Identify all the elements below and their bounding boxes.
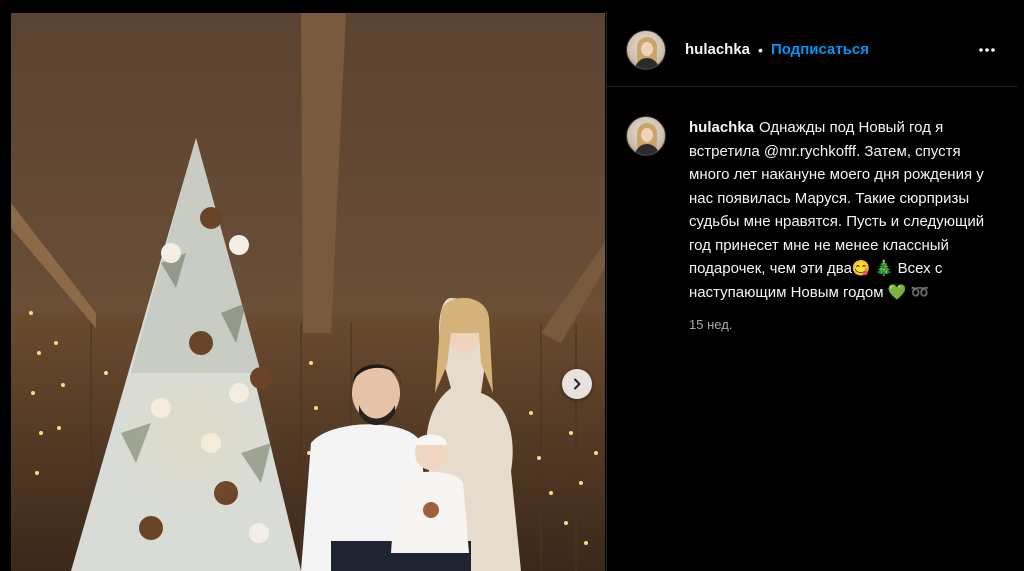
emoji-tree: 🎄 bbox=[874, 260, 894, 277]
follow-button[interactable]: Подписаться bbox=[771, 41, 869, 58]
caption-username[interactable]: hulachka bbox=[689, 119, 754, 136]
post-side-panel: hulachka • Подписаться hulachka Однажды п… bbox=[606, 13, 1017, 571]
post-timestamp[interactable]: 15 нед. bbox=[689, 317, 999, 332]
separator-dot: • bbox=[758, 41, 763, 58]
post-photo[interactable] bbox=[11, 13, 605, 571]
post-modal: hulachka • Подписаться hulachka Однажды п… bbox=[11, 13, 1017, 571]
caption-avatar[interactable] bbox=[626, 116, 666, 156]
emoji-yum: 😋 bbox=[851, 260, 871, 277]
header-username[interactable]: hulachka bbox=[685, 41, 750, 58]
caption-body: hulachka Однажды под Новый год я встретил… bbox=[689, 116, 999, 332]
next-photo-button[interactable] bbox=[562, 369, 592, 399]
more-options-button[interactable] bbox=[975, 38, 999, 62]
avatar[interactable] bbox=[626, 29, 666, 70]
emoji-loop: ➿ bbox=[910, 283, 930, 301]
caption-text: hulachka Однажды под Новый год я встретил… bbox=[689, 116, 999, 304]
more-horizontal-icon bbox=[979, 47, 995, 52]
post-caption: hulachka Однажды под Новый год я встретил… bbox=[607, 87, 1017, 332]
emoji-green-heart: 💚 bbox=[887, 283, 907, 301]
chevron-right-icon bbox=[574, 378, 581, 390]
photo-illustration bbox=[11, 13, 605, 571]
caption-message: Однажды под Новый год я встретила @mr.ry… bbox=[689, 119, 985, 277]
post-header: hulachka • Подписаться bbox=[607, 13, 1017, 87]
